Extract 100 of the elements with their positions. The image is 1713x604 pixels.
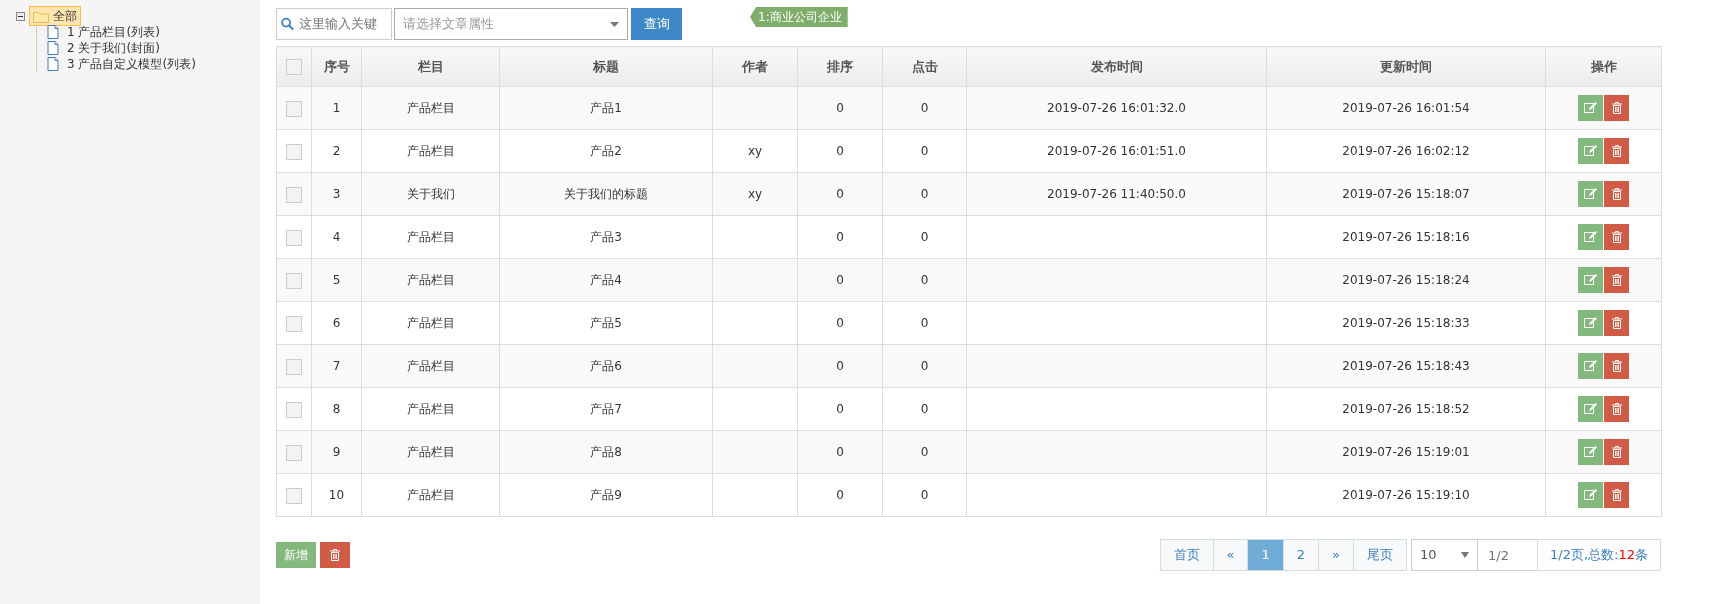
row-checkbox[interactable]: [286, 487, 302, 504]
edit-button[interactable]: [1578, 353, 1603, 379]
edit-button[interactable]: [1578, 439, 1603, 465]
trash-icon: [1611, 145, 1622, 157]
table-cell: 产品栏目: [406, 316, 455, 330]
page-button[interactable]: «: [1212, 539, 1249, 571]
edit-button[interactable]: [1578, 224, 1603, 250]
table-cell: 关于我们: [406, 187, 455, 201]
trash-icon: [1611, 317, 1622, 329]
table-cell: 0: [836, 445, 844, 459]
table-cell: 3: [332, 187, 341, 201]
table-cell: 产品1: [590, 101, 622, 115]
column-header: 栏目: [361, 46, 500, 87]
edit-icon: [1584, 360, 1597, 372]
table-cell: 0: [836, 101, 844, 115]
table-cell: 4: [332, 230, 341, 244]
delete-button[interactable]: [1604, 310, 1629, 336]
table-cell: 产品6: [590, 359, 622, 373]
table-cell: 产品8: [590, 445, 622, 459]
trash-icon: [330, 549, 340, 561]
table-cell: 关于我们的标题: [564, 187, 648, 201]
delete-button[interactable]: [1604, 224, 1629, 250]
row-checkbox[interactable]: [286, 401, 302, 418]
column-header: 排序: [797, 46, 883, 87]
edit-button[interactable]: [1578, 396, 1603, 422]
add-button[interactable]: 新增: [276, 542, 316, 568]
table-cell: 产品9: [590, 488, 622, 502]
delete-button[interactable]: [1604, 267, 1629, 293]
trash-icon: [1611, 188, 1622, 200]
table-cell: 2: [332, 144, 341, 158]
page-button[interactable]: »: [1318, 539, 1354, 571]
select-all-checkbox[interactable]: [286, 59, 302, 76]
delete-button[interactable]: [1604, 353, 1629, 379]
table-cell: 产品栏目: [406, 230, 455, 244]
table-cell: 2019-07-26 15:18:33: [1342, 316, 1470, 330]
keyword-field[interactable]: 这里输入关键: [276, 8, 392, 40]
edit-button[interactable]: [1578, 95, 1603, 121]
table-cell: 2019-07-26 15:19:01: [1342, 445, 1470, 459]
page-button[interactable]: 1: [1247, 539, 1284, 571]
tree-node[interactable]: 全部: [29, 6, 81, 26]
table-cell: 0: [836, 359, 844, 373]
table-cell: 0: [920, 488, 929, 502]
table-cell: 2019-07-26 16:02:12: [1342, 144, 1470, 158]
edit-button[interactable]: [1578, 310, 1603, 336]
delete-button[interactable]: [1604, 181, 1629, 207]
table-cell: 2019-07-26 15:18:16: [1342, 230, 1470, 244]
table-cell: 2019-07-26 15:18:52: [1342, 402, 1470, 416]
table-cell: 0: [920, 273, 929, 287]
table-cell: 10: [328, 488, 345, 502]
row-checkbox[interactable]: [286, 100, 302, 117]
edit-button[interactable]: [1578, 482, 1603, 508]
caret-icon: [1461, 552, 1469, 558]
page-button[interactable]: 尾页: [1353, 539, 1407, 571]
edit-button[interactable]: [1578, 267, 1603, 293]
page-info: 1/2页,总数:: [1550, 546, 1619, 565]
edit-button[interactable]: [1578, 181, 1603, 207]
folder-icon: [33, 9, 49, 23]
select-placeholder: 请选择文章属性: [403, 15, 494, 34]
row-checkbox[interactable]: [286, 315, 302, 332]
attribute-select[interactable]: 请选择文章属性: [394, 8, 628, 40]
caret-icon: [610, 21, 619, 27]
trash-icon: [1611, 231, 1622, 243]
table-cell: 产品栏目: [406, 359, 455, 373]
column-header: 标题: [499, 46, 713, 87]
table-cell: 7: [332, 359, 341, 373]
row-checkbox[interactable]: [286, 229, 302, 246]
table-cell: 产品栏目: [406, 402, 455, 416]
table-cell: 0: [836, 316, 844, 330]
delete-button[interactable]: [1604, 95, 1629, 121]
row-checkbox[interactable]: [286, 358, 302, 375]
table-cell: 2019-07-26 15:18:24: [1342, 273, 1470, 287]
document-icon: [47, 25, 59, 39]
delete-button[interactable]: [1604, 138, 1629, 164]
delete-button[interactable]: [1604, 482, 1629, 508]
page-input[interactable]: 1/2: [1477, 539, 1538, 571]
delete-button[interactable]: [320, 542, 350, 568]
collapse-toggle-icon[interactable]: [16, 11, 25, 21]
edit-button[interactable]: [1578, 138, 1603, 164]
table-cell: 0: [836, 144, 844, 158]
column-header: 操作: [1545, 46, 1662, 87]
table-cell: 2019-07-26 16:01:32.0: [1047, 101, 1186, 115]
total-count: 12: [1618, 546, 1635, 565]
table-cell: 产品3: [590, 230, 622, 244]
row-checkbox[interactable]: [286, 444, 302, 461]
table-cell: 0: [836, 273, 844, 287]
column-header: 点击: [882, 46, 967, 87]
column-header: 作者: [712, 46, 798, 87]
page-button[interactable]: 首页: [1159, 539, 1214, 571]
edit-icon: [1584, 231, 1597, 243]
row-checkbox[interactable]: [286, 143, 302, 160]
edit-icon: [1584, 188, 1597, 200]
delete-button[interactable]: [1604, 396, 1629, 422]
table-cell: 6: [332, 316, 341, 330]
edit-icon: [1584, 102, 1597, 114]
search-button[interactable]: 查询: [631, 8, 682, 40]
delete-button[interactable]: [1604, 439, 1629, 465]
row-checkbox[interactable]: [286, 272, 302, 289]
edit-icon: [1584, 317, 1597, 329]
row-checkbox[interactable]: [286, 186, 302, 203]
table-cell: 2019-07-26 11:40:50.0: [1047, 187, 1186, 201]
